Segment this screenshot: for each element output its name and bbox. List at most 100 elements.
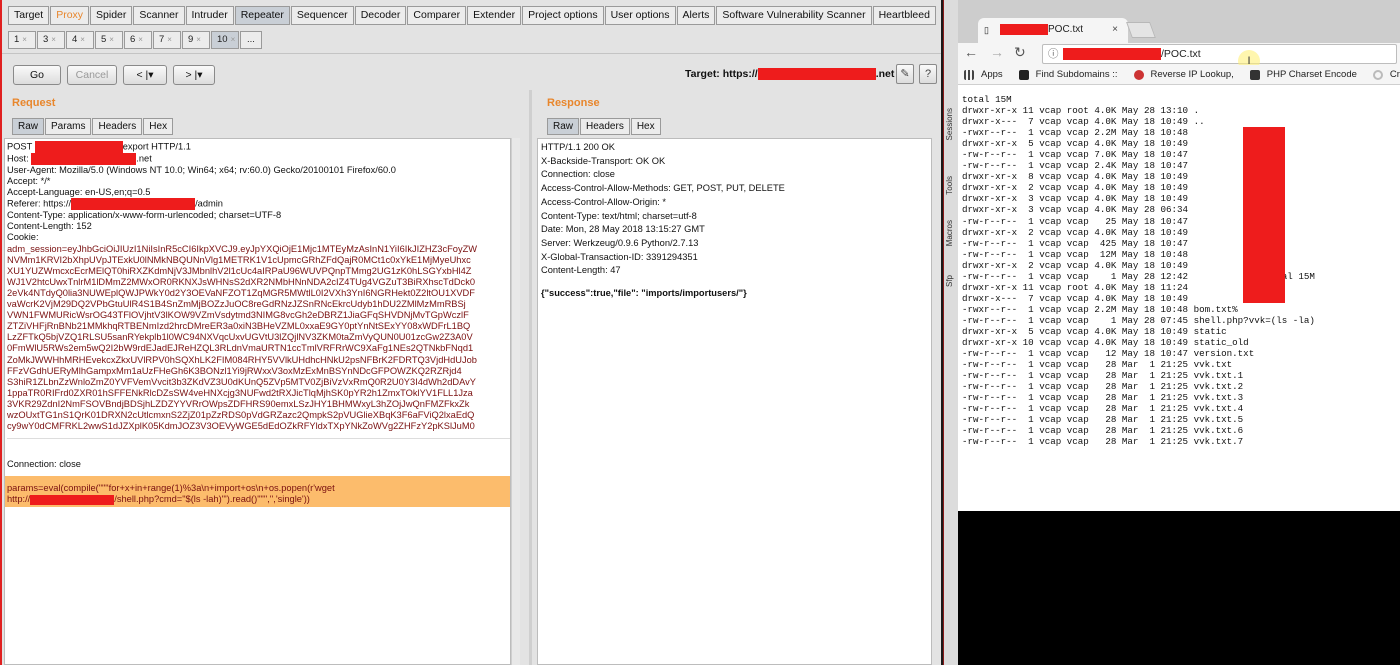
close-icon[interactable]: ×: [51, 35, 56, 44]
tab-spider[interactable]: Spider: [90, 6, 133, 25]
redaction: [1063, 48, 1161, 61]
target-suffix: .net: [875, 68, 895, 80]
close-icon[interactable]: ×: [196, 35, 201, 44]
tab-target[interactable]: Target: [8, 6, 50, 25]
listing-line: -rwxr--r-- 1 vcap vcap 2.2M May 18 10:48…: [962, 303, 1238, 315]
close-icon[interactable]: ×: [22, 35, 27, 44]
host-suffix: .net: [136, 153, 152, 164]
address-bar[interactable]: ⓘ /POC.txt I: [1042, 44, 1397, 72]
bookmark-item[interactable]: Find Subdomains ::: [1018, 65, 1118, 84]
listing-line: drwxr-x--- 7 vcap vcap 4.0K May 18 10:49: [962, 292, 1189, 304]
tab-heartbleed[interactable]: Heartbleed: [872, 6, 936, 25]
response-editor[interactable]: HTTP/1.1 200 OK X-Backside-Transport: OK…: [537, 138, 932, 665]
request-editor[interactable]: POST export HTTP/1.1 Host: .net User-Age…: [4, 138, 511, 665]
repeater-tab[interactable]: 6 ×: [124, 31, 152, 49]
repeater-tab[interactable]: 3 ×: [37, 31, 65, 49]
request-view-tabs: Raw Params Headers Hex: [12, 118, 174, 135]
tab-raw[interactable]: Raw: [547, 118, 580, 135]
bookmark-item[interactable]: PHP Charset Encode: [1249, 65, 1357, 84]
request-method: POST: [7, 141, 35, 152]
request-scrollbar[interactable]: [511, 138, 520, 665]
response-line: Access-Control-Allow-Origin: *: [541, 196, 667, 207]
cookie-line: LzZFTkQ5bjVZQ1RLSU5sanRYekplb1l0WC94NXVq…: [7, 332, 473, 343]
back-button[interactable]: < |▾: [123, 65, 167, 85]
tab-sequencer[interactable]: Sequencer: [290, 6, 354, 25]
listing-line: -rw-r--r-- 1 vcap vcap 28 Mar 1 21:25 vv…: [962, 403, 1244, 415]
tab-project-options[interactable]: Project options: [522, 6, 604, 25]
listing-line: -rw-r--r-- 1 vcap vcap 28 Mar 1 21:25 vv…: [962, 425, 1244, 437]
bookmark-item[interactable]: Reverse IP Lookup,: [1133, 65, 1234, 84]
response-line: X-Global-Transaction-ID: 3391294351: [541, 251, 698, 262]
response-line: Server: Werkzeug/0.9.6 Python/2.7.13: [541, 237, 699, 248]
listing-line: total 15M: [962, 94, 1012, 105]
screen: Target Proxy Spider Scanner Intruder Rep…: [0, 0, 1400, 665]
listing-line: drwxr-xr-x 3 vcap vcap 4.0K May 18 10:49: [962, 193, 1189, 205]
tab-extender[interactable]: Extender: [467, 6, 522, 25]
go-button[interactable]: Go: [13, 65, 61, 85]
listing-line: drwxr-xr-x 2 vcap vcap 4.0K May 18 10:49: [962, 182, 1189, 194]
apps-icon: [964, 69, 974, 80]
close-icon[interactable]: ×: [80, 35, 85, 44]
tab-intruder[interactable]: Intruder: [185, 6, 234, 25]
repeater-tab[interactable]: 9 ×: [182, 31, 210, 49]
cancel-button[interactable]: Cancel: [67, 65, 117, 85]
listing-line: drwxr-xr-x 10 vcap vcap 4.0K May 18 10:4…: [962, 337, 1249, 349]
repeater-tab[interactable]: 7 ×: [153, 31, 181, 49]
repeater-tab-active[interactable]: 10 ×: [211, 31, 239, 49]
tab-raw[interactable]: Raw: [12, 118, 45, 135]
side-label: Sessions: [945, 108, 954, 141]
tab-hex[interactable]: Hex: [630, 118, 661, 135]
request-title: Request: [12, 97, 56, 109]
tab-hex[interactable]: Hex: [143, 118, 174, 135]
cookie-line: S3hiR1ZLbnZzWnloZmZ0YVFVemVvcit3b3ZKdVZ3…: [7, 376, 476, 387]
pane-splitter[interactable]: [529, 90, 532, 665]
help-button[interactable]: ?: [919, 64, 937, 84]
listing-line: -rw-r--r-- 1 vcap vcap 12 May 18 10:47 v…: [962, 348, 1255, 360]
repeater-tabs: 1 × 3 × 4 × 5 × 6 × 7 × 9 × 10 × ...: [8, 31, 263, 49]
response-title: Response: [547, 97, 600, 109]
tab-comparer[interactable]: Comparer: [407, 6, 467, 25]
document-icon: ▯: [984, 25, 989, 35]
tab-headers[interactable]: Headers: [92, 118, 143, 135]
tab-headers[interactable]: Headers: [580, 118, 630, 135]
cookie-line: NVMm1KRVI2bXhpUVpJTExkU0lNMkNBQUNnVlg1ME…: [7, 254, 471, 265]
close-icon[interactable]: ×: [138, 35, 143, 44]
new-repeater-tab[interactable]: ...: [240, 31, 262, 49]
close-icon[interactable]: ×: [231, 35, 236, 44]
close-icon[interactable]: ×: [167, 35, 172, 44]
repeater-tab[interactable]: 1 ×: [8, 31, 36, 49]
forward-arrow-icon[interactable]: →: [990, 44, 1004, 60]
tab-vuln-scanner[interactable]: Software Vulnerability Scanner: [716, 6, 872, 25]
tab-decoder[interactable]: Decoder: [354, 6, 407, 25]
edit-target-icon[interactable]: ✎: [896, 64, 914, 84]
bookmark-item[interactable]: Creat: [1372, 65, 1400, 84]
listing-line: -rw-r--r-- 1 vcap vcap 28 Mar 1 21:25 vv…: [962, 359, 1233, 371]
forward-button[interactable]: > |▾: [173, 65, 215, 85]
header-line: User-Agent: Mozilla/5.0 (Windows NT 10.0…: [7, 165, 396, 175]
listing-line: -rw-r--r-- 1 vcap vcap 28 Mar 1 21:25 vv…: [962, 436, 1244, 448]
close-icon[interactable]: ×: [1112, 18, 1118, 42]
reload-icon[interactable]: ↻: [1014, 44, 1026, 61]
close-icon[interactable]: ×: [109, 35, 114, 44]
response-line: Content-Length: 47: [541, 265, 621, 276]
tab-scanner[interactable]: Scanner: [133, 6, 185, 25]
new-tab-button[interactable]: [1126, 22, 1156, 38]
tab-proxy[interactable]: Proxy: [50, 6, 90, 25]
response-body: {"success":true,"file": "imports/importu…: [541, 288, 747, 299]
repeater-tab-label: 4: [72, 34, 78, 45]
tab-user-options[interactable]: User options: [604, 6, 676, 25]
payload-highlight: params=eval(compile("""for+x+in+range(1)…: [5, 476, 510, 508]
browser-tab[interactable]: ▯ POC.txt ×: [978, 18, 1128, 43]
repeater-tab[interactable]: 5 ×: [95, 31, 123, 49]
listing-line: drwxr-xr-x 8 vcap vcap 4.0K May 18 10:49: [962, 171, 1189, 183]
repeater-tab[interactable]: 4 ×: [66, 31, 94, 49]
tab-alerts[interactable]: Alerts: [676, 6, 716, 25]
tab-repeater[interactable]: Repeater: [234, 6, 290, 25]
repeater-tab-label: 10: [217, 34, 228, 45]
header-referer: Referer: https:// /admin: [7, 198, 510, 211]
main-tabs: Target Proxy Spider Scanner Intruder Rep…: [2, 6, 941, 26]
back-arrow-icon[interactable]: ←: [964, 44, 978, 60]
bookmark-apps[interactable]: Apps: [964, 65, 1003, 84]
tab-params[interactable]: Params: [45, 118, 92, 135]
bookmark-label: Reverse IP Lookup,: [1150, 69, 1234, 80]
